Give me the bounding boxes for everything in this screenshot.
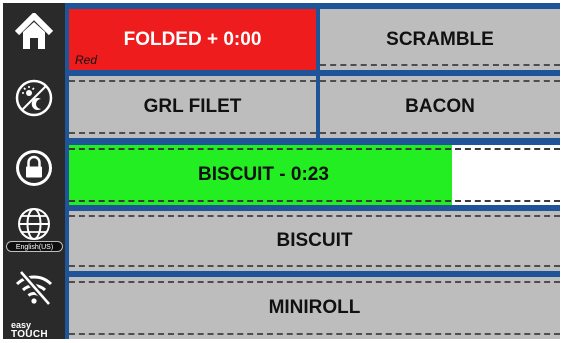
biscuit-button[interactable]: BISCUIT — [69, 211, 560, 271]
color-label: Red — [75, 53, 98, 67]
day-night-icon[interactable] — [3, 73, 65, 123]
language-label[interactable]: English(US) — [6, 241, 63, 252]
easy-touch-logo: easy TOUCH — [11, 321, 48, 340]
sidebar: English(US) easy TOUCH — [3, 3, 65, 340]
folded-label: FOLDED + 0:00 — [123, 28, 262, 50]
biscuit-timer-label: BISCUIT - 0:23 — [198, 164, 329, 185]
home-icon[interactable] — [3, 7, 65, 57]
globe-icon[interactable] — [3, 206, 65, 242]
biscuit-timer-button[interactable]: BISCUIT - 0:23 — [69, 145, 560, 205]
miniroll-label: MINIROLL — [268, 297, 361, 318]
grl-filet-button[interactable]: GRL FILET — [69, 76, 316, 138]
bacon-label: BACON — [405, 96, 475, 117]
scramble-label: SCRAMBLE — [386, 28, 494, 50]
grl-filet-label: GRL FILET — [143, 96, 242, 117]
bacon-button[interactable]: BACON — [320, 76, 560, 138]
wifi-off-icon[interactable] — [3, 265, 65, 309]
brand-line2: TOUCH — [11, 329, 48, 340]
miniroll-button[interactable]: MINIROLL — [69, 277, 560, 339]
lock-icon[interactable] — [3, 143, 65, 193]
folded-button[interactable]: FOLDED + 0:00 Red — [69, 9, 316, 70]
scramble-button[interactable]: SCRAMBLE — [320, 9, 560, 70]
biscuit-label: BISCUIT — [276, 230, 353, 251]
